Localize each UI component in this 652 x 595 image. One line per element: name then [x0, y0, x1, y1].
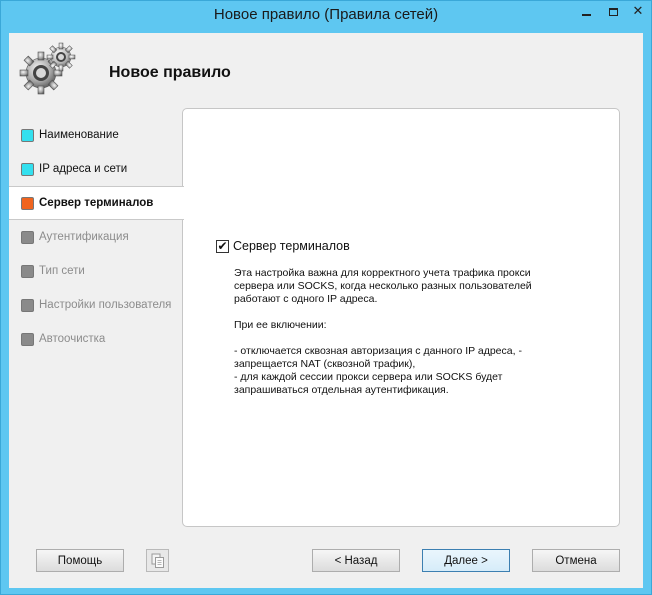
window-title: Новое правило (Правила сетей) — [213, 6, 439, 23]
step-authentication: Аутентификация — [9, 220, 184, 254]
step-autoclean: Автоочистка — [9, 322, 184, 356]
option-description: Эта настройка важна для корректного учет… — [234, 267, 574, 397]
desc-line: При ее включении: — [234, 319, 327, 331]
wizard-window: Новое правило (Правила сетей) ✕ Новое пр… — [0, 0, 652, 595]
help-button[interactable]: Помощь — [36, 549, 124, 572]
step-label: Аутентификация — [39, 231, 129, 243]
step-ip-addresses[interactable]: IP адреса и сети — [9, 152, 184, 186]
step-label: Настройки пользователя — [39, 299, 172, 311]
step-network-type: Тип сети — [9, 254, 184, 288]
desc-line: - для каждой сессии прокси сервера или S… — [234, 371, 503, 383]
step-status-icon — [21, 332, 34, 346]
page-title: Новое правило — [109, 64, 231, 81]
step-status-icon — [21, 196, 34, 210]
cancel-button[interactable]: Отмена — [532, 549, 620, 572]
content-panel: ✔ Сервер терминалов Эта настройка важна … — [182, 108, 620, 527]
minimize-button[interactable] — [573, 1, 600, 22]
step-label: Автоочистка — [39, 333, 106, 345]
close-icon: ✕ — [632, 4, 644, 19]
desc-line: запрещается NAT (сквозной трафик), — [234, 358, 416, 370]
terminal-server-option[interactable]: ✔ Сервер терминалов — [216, 239, 350, 253]
checkbox-label: Сервер терминалов — [233, 239, 350, 253]
next-button[interactable]: Далее > — [422, 549, 510, 572]
gears-icon — [19, 42, 76, 95]
desc-line: работают с одного IP адреса. — [234, 293, 378, 305]
copy-icon — [151, 553, 164, 568]
title-bar[interactable]: Новое правило (Правила сетей) ✕ — [1, 1, 651, 33]
step-label: IP адреса и сети — [39, 163, 128, 175]
step-status-icon — [21, 298, 34, 312]
copy-button[interactable] — [146, 549, 169, 572]
back-button[interactable]: < Назад — [312, 549, 400, 572]
step-status-icon — [21, 264, 34, 278]
step-status-icon — [21, 230, 34, 244]
step-label: Тип сети — [39, 265, 85, 277]
close-button[interactable]: ✕ — [627, 1, 649, 22]
step-user-settings: Настройки пользователя — [9, 288, 184, 322]
minimize-icon — [582, 13, 591, 16]
step-status-icon — [21, 128, 34, 142]
client-area: Новое правило Наименование IP адреса и с… — [9, 33, 643, 588]
step-label: Наименование — [39, 129, 119, 141]
desc-line: сервера или SOCKS, когда несколько разны… — [234, 280, 532, 292]
desc-line: Эта настройка важна для корректного учет… — [234, 267, 531, 279]
terminal-server-checkbox[interactable]: ✔ — [216, 239, 229, 253]
step-label: Сервер терминалов — [39, 197, 154, 209]
step-terminal-server[interactable]: Сервер терминалов — [9, 186, 184, 220]
checkmark-icon: ✔ — [217, 239, 228, 253]
maximize-icon — [609, 7, 618, 16]
step-naming[interactable]: Наименование — [9, 118, 184, 152]
desc-line: - отключается сквозная авторизация с дан… — [234, 345, 522, 357]
desc-line: запрашиваться отдельная аутентификация. — [234, 384, 449, 396]
maximize-button[interactable] — [600, 1, 627, 22]
step-status-icon — [21, 162, 34, 176]
